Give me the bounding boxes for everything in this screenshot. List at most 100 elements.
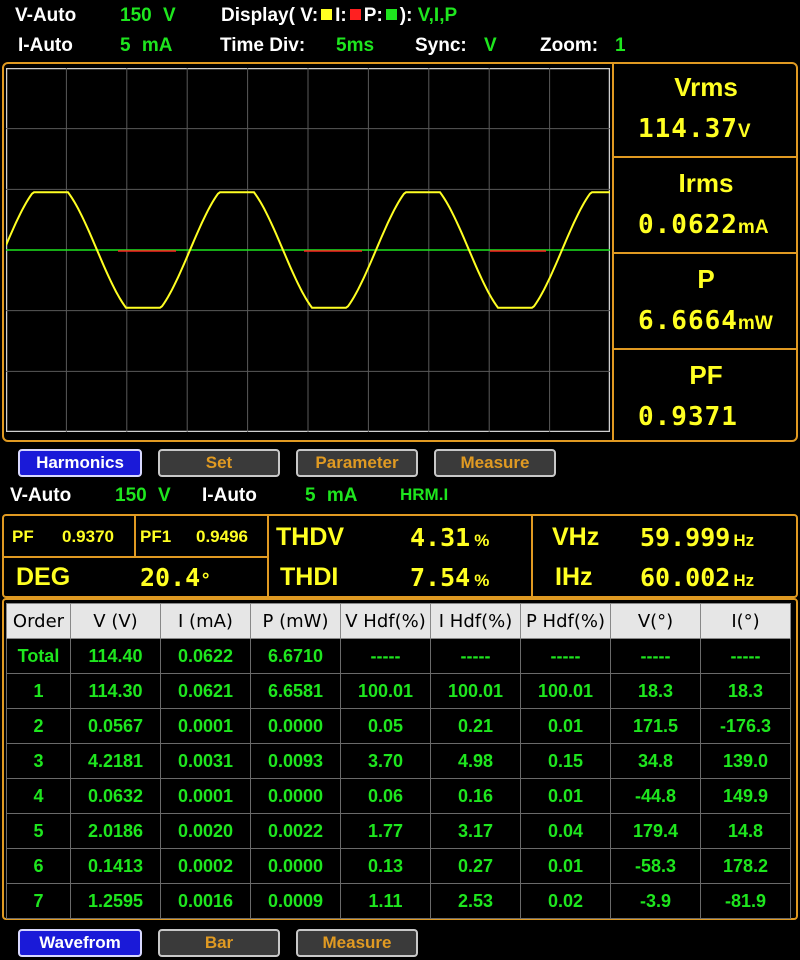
i-auto-value-2: 5 mA xyxy=(305,485,358,506)
table-cell: 0.06 xyxy=(340,778,431,814)
i-auto-label-2: I-Auto xyxy=(202,485,257,506)
table-cell: 4.2181 xyxy=(70,743,161,779)
display-end: ): xyxy=(399,5,413,26)
column-header: I (mA) xyxy=(160,603,251,639)
parameter-button[interactable]: Parameter xyxy=(296,449,418,477)
table-cell: Total xyxy=(6,638,71,674)
voltage-color-swatch xyxy=(321,9,333,20)
power-label: P xyxy=(697,264,715,294)
table-cell: 0.0000 xyxy=(250,848,341,884)
table-cell: 0.1413 xyxy=(70,848,161,884)
table-cell: 0.27 xyxy=(430,848,521,884)
ihz-value: 60.002 Hz xyxy=(640,563,755,592)
pf1-label: PF1 xyxy=(140,527,172,546)
table-cell: 0.0632 xyxy=(70,778,161,814)
table-cell: 6 xyxy=(6,848,71,884)
table-cell: 1.77 xyxy=(340,813,431,849)
table-row: 4 0.0632 0.0001 0.0000 0.06 0.16 0.01 -44.8 149.… xyxy=(6,778,791,814)
table-cell: 114.40 xyxy=(70,638,161,674)
table-cell: 0.0009 xyxy=(250,883,341,919)
table-cell: 100.01 xyxy=(340,673,431,709)
pf-summary-value: 0.9370 xyxy=(62,527,114,546)
pf-label: PF xyxy=(689,360,723,390)
table-cell: 100.01 xyxy=(430,673,521,709)
table-cell: 0.0000 xyxy=(250,778,341,814)
table-row: 1 114.30 0.0621 6.6581 100.01 100.01 100.01 18.… xyxy=(6,673,791,709)
vrms-value: 114.37V xyxy=(638,114,751,144)
power-color-swatch xyxy=(385,9,397,20)
sync-value: V xyxy=(484,35,497,56)
table-cell: 0.0621 xyxy=(160,673,251,709)
table-cell: 4.98 xyxy=(430,743,521,779)
i-auto-label: I-Auto xyxy=(18,35,73,56)
table-cell: 0.21 xyxy=(430,708,521,744)
timediv-label: Time Div: xyxy=(220,35,306,56)
table-cell: -44.8 xyxy=(610,778,701,814)
table-cell: 0.0000 xyxy=(250,708,341,744)
table-row: 7 1.2595 0.0016 0.0009 1.11 2.53 0.02 -3.9 -81.9 xyxy=(6,883,791,919)
table-cell: 0.04 xyxy=(520,813,611,849)
table-cell: ----- xyxy=(700,638,791,674)
table-row: 2 0.0567 0.0001 0.0000 0.05 0.21 0.01 171.5 -176… xyxy=(6,708,791,744)
display-p-label: P: xyxy=(363,5,383,26)
column-header: P Hdf(%) xyxy=(520,603,611,639)
zoom-label: Zoom: xyxy=(540,35,599,56)
waveform-button[interactable]: Wavefrom xyxy=(18,929,142,957)
v-auto-value-2: 150 V xyxy=(115,485,171,506)
table-cell: 149.9 xyxy=(700,778,791,814)
table-cell: 171.5 xyxy=(610,708,701,744)
set-button[interactable]: Set xyxy=(158,449,280,477)
table-cell: 0.0093 xyxy=(250,743,341,779)
table-cell: 3.70 xyxy=(340,743,431,779)
vhz-label: VHz xyxy=(552,523,600,551)
table-cell: 114.30 xyxy=(70,673,161,709)
table-cell: 1 xyxy=(6,673,71,709)
thdi-label: THDI xyxy=(280,563,339,591)
thdv-label: THDV xyxy=(276,523,345,551)
display-i-label: I: xyxy=(335,5,347,26)
table-cell: 5 xyxy=(6,813,71,849)
table-cell: 0.01 xyxy=(520,708,611,744)
summary-divider xyxy=(531,516,533,596)
vrms-box: Vrms 114.37V xyxy=(614,62,798,156)
harmonics-button[interactable]: Harmonics xyxy=(18,449,142,477)
v-auto-value: 150 V xyxy=(120,5,176,26)
measure-button[interactable]: Measure xyxy=(434,449,556,477)
mode-indicator: HRM.I xyxy=(400,485,449,504)
vrms-label: Vrms xyxy=(674,72,738,102)
bar-button[interactable]: Bar xyxy=(158,929,280,957)
table-cell: -81.9 xyxy=(700,883,791,919)
table-cell: 1.2595 xyxy=(70,883,161,919)
table-row: 5 2.0186 0.0020 0.0022 1.77 3.17 0.04 179.4 14.8 xyxy=(6,813,791,849)
deg-label: DEG xyxy=(16,563,71,591)
table-cell: 0.0001 xyxy=(160,778,251,814)
table-cell: 2.0186 xyxy=(70,813,161,849)
table-cell: 100.01 xyxy=(520,673,611,709)
thdv-value: 4.31% xyxy=(410,523,490,552)
table-cell: -3.9 xyxy=(610,883,701,919)
table-cell: 6.6710 xyxy=(250,638,341,674)
table-cell: 0.0002 xyxy=(160,848,251,884)
display-label: Display( V: xyxy=(221,5,319,26)
table-cell: 0.0001 xyxy=(160,708,251,744)
table-cell: ----- xyxy=(430,638,521,674)
table-cell: 0.0567 xyxy=(70,708,161,744)
measure-button-bottom[interactable]: Measure xyxy=(296,929,418,957)
pf-summary-label: PF xyxy=(12,527,34,546)
table-cell: 4 xyxy=(6,778,71,814)
table-cell: 0.13 xyxy=(340,848,431,884)
table-cell: 2 xyxy=(6,708,71,744)
column-header: I(°) xyxy=(700,603,791,639)
table-cell: 14.8 xyxy=(700,813,791,849)
column-header: I Hdf(%) xyxy=(430,603,521,639)
column-header: P (mW) xyxy=(250,603,341,639)
thdi-value: 7.54% xyxy=(410,563,490,592)
ihz-label: IHz xyxy=(555,563,593,591)
table-row: Total 114.40 0.0622 6.6710 ----- ----- ----- --… xyxy=(6,638,791,674)
table-header-row: Order V (V) I (mA) P (mW) V Hdf(%) I Hdf(%) P … xyxy=(6,603,791,639)
timediv-value: 5ms xyxy=(336,35,375,56)
table-cell: -58.3 xyxy=(610,848,701,884)
table-cell: 3.17 xyxy=(430,813,521,849)
table-cell: ----- xyxy=(520,638,611,674)
zoom-value: 1 xyxy=(615,35,626,56)
